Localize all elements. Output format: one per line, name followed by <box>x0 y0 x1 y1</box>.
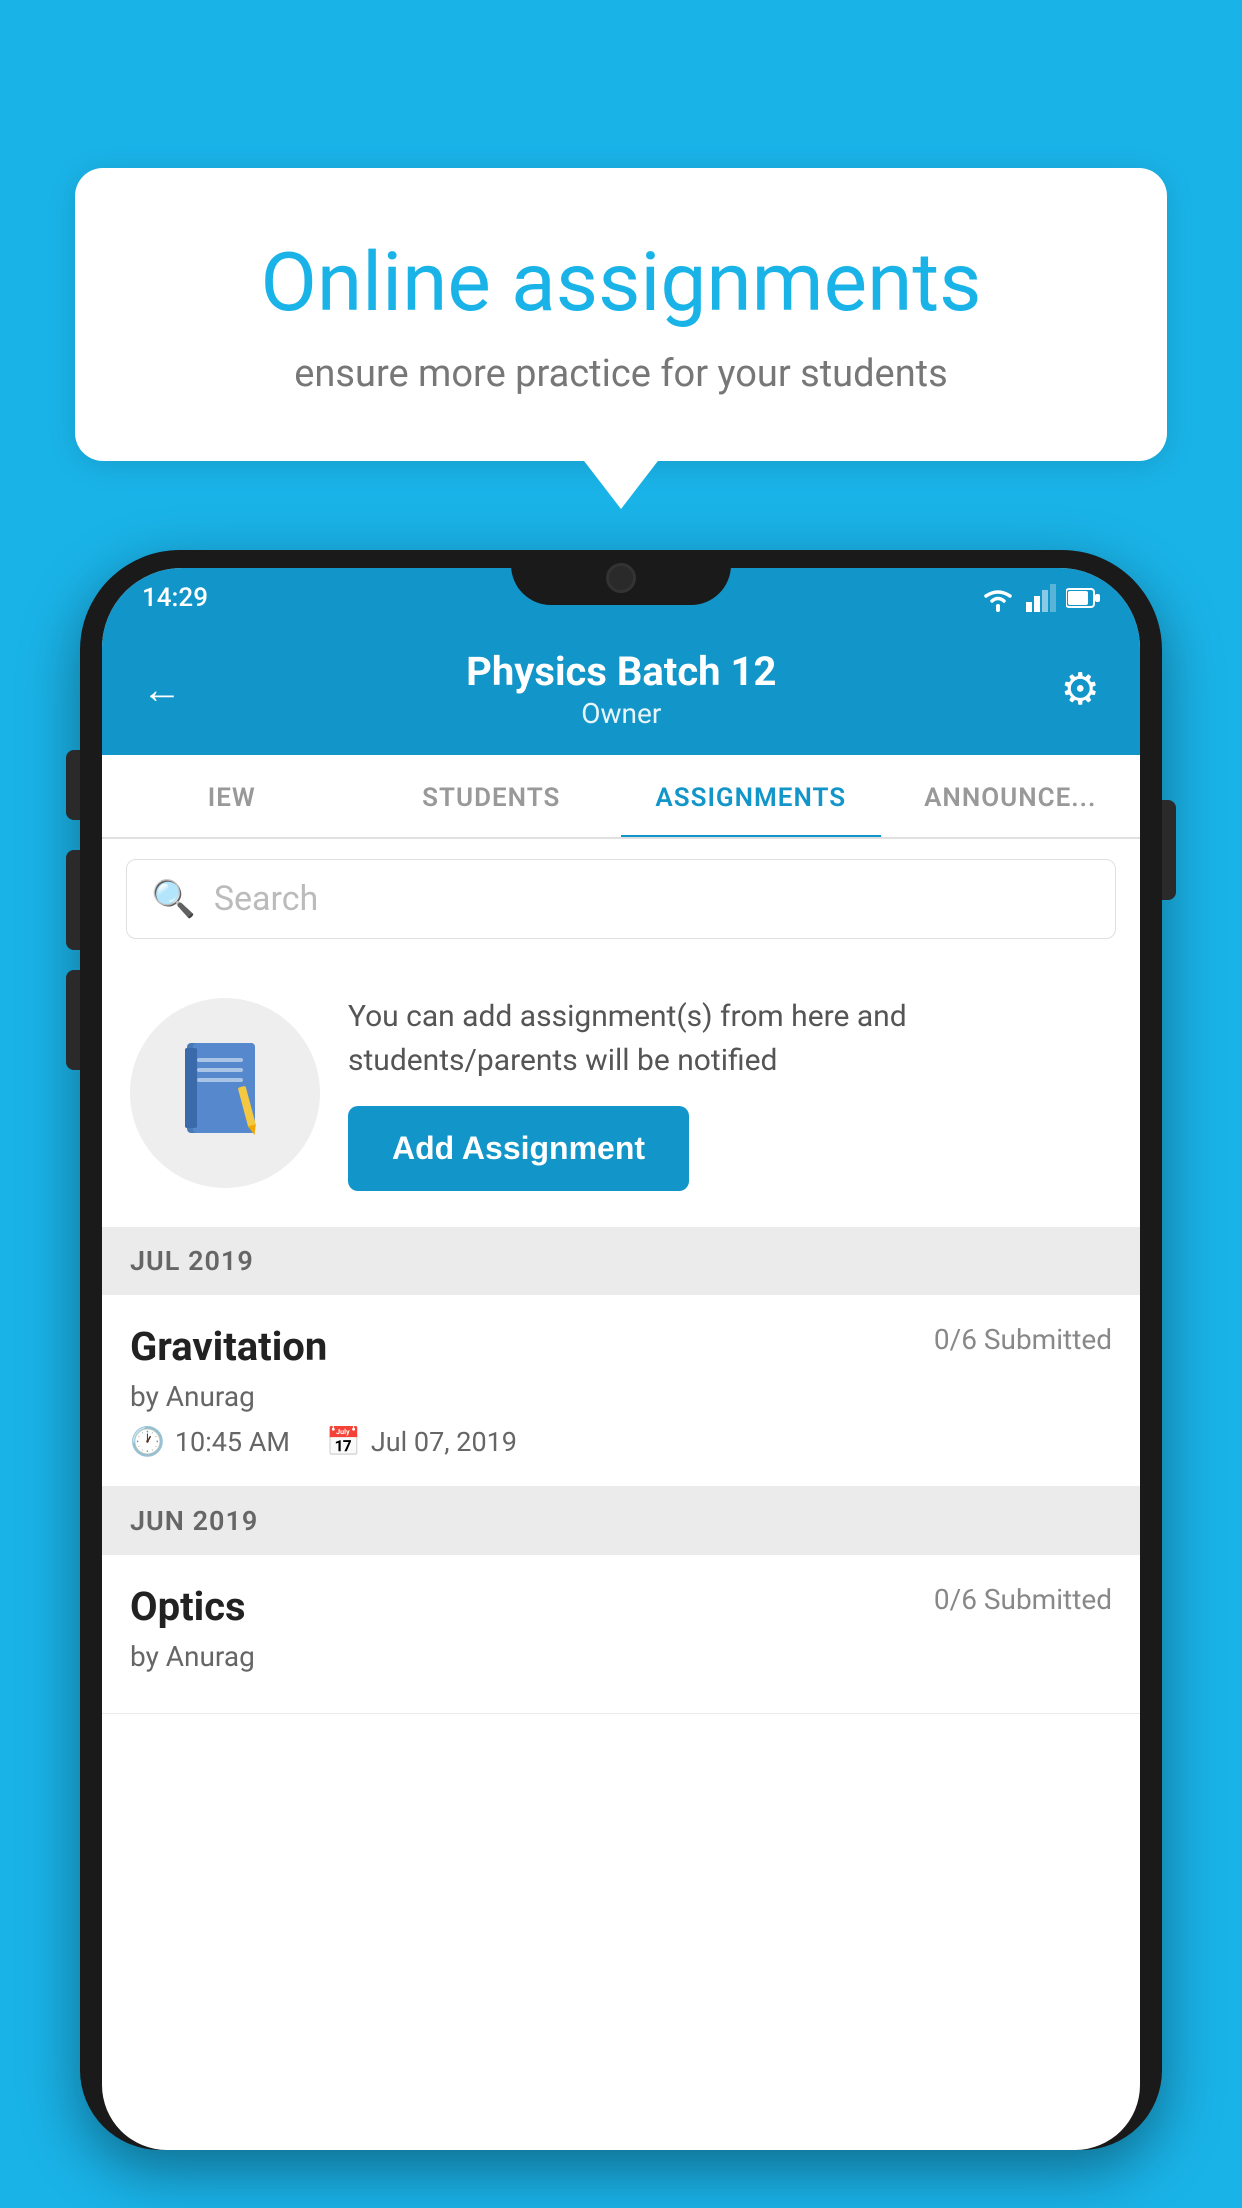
assignment-gravitation[interactable]: Gravitation 0/6 Submitted by Anurag 🕐 10… <box>102 1295 1140 1487</box>
battery-icon <box>1066 587 1100 609</box>
add-assignment-button[interactable]: Add Assignment <box>348 1106 689 1191</box>
calendar-icon: 📅 <box>326 1425 361 1458</box>
silent-button <box>66 750 80 820</box>
notebook-icon <box>175 1038 275 1148</box>
clock-icon: 🕐 <box>130 1425 165 1458</box>
front-camera <box>606 563 636 593</box>
phone-mockup: 14:29 <box>80 550 1162 2208</box>
volume-down-button <box>66 970 80 1070</box>
assignment-top-row: Gravitation 0/6 Submitted <box>130 1323 1112 1370</box>
search-icon: 🔍 <box>151 878 196 920</box>
assignment-date: 📅 Jul 07, 2019 <box>326 1425 517 1458</box>
header-center: Physics Batch 12 Owner <box>182 648 1061 730</box>
settings-gear-icon[interactable]: ⚙ <box>1061 663 1100 715</box>
assignment-by-gravitation: by Anurag <box>130 1380 1112 1413</box>
assignment-name-gravitation: Gravitation <box>130 1323 327 1370</box>
header-title: Physics Batch 12 <box>182 648 1061 695</box>
promo-card: Online assignments ensure more practice … <box>75 168 1167 461</box>
assignment-meta-gravitation: 🕐 10:45 AM 📅 Jul 07, 2019 <box>130 1425 1112 1458</box>
assignment-by-optics: by Anurag <box>130 1640 1112 1673</box>
signal-icon <box>1026 584 1056 612</box>
tab-iew[interactable]: IEW <box>102 755 362 837</box>
volume-up-button <box>66 850 80 950</box>
search-input[interactable]: Search <box>214 879 318 919</box>
notebook-circle <box>130 998 320 1188</box>
promo-subtitle: ensure more practice for your students <box>155 352 1087 396</box>
status-time: 14:29 <box>142 583 208 613</box>
assignment-time: 🕐 10:45 AM <box>130 1425 290 1458</box>
section-header-jun-2019: JUN 2019 <box>102 1487 1140 1555</box>
wifi-icon <box>980 584 1016 612</box>
assignment-optics[interactable]: Optics 0/6 Submitted by Anurag <box>102 1555 1140 1714</box>
assignment-time-value: 10:45 AM <box>175 1426 290 1458</box>
empty-promo-text: You can add assignment(s) from here and … <box>348 995 1112 1191</box>
tabs-bar: IEW STUDENTS ASSIGNMENTS ANNOUNCE... <box>102 755 1140 839</box>
back-button[interactable]: ← <box>142 666 182 713</box>
power-button <box>1162 800 1176 900</box>
assignment-top-row-optics: Optics 0/6 Submitted <box>130 1583 1112 1630</box>
tab-students[interactable]: STUDENTS <box>362 755 622 837</box>
search-box[interactable]: 🔍 Search <box>126 859 1116 939</box>
section-header-jul-2019: JUL 2019 <box>102 1227 1140 1295</box>
search-container: 🔍 Search <box>102 839 1140 959</box>
tab-announcements[interactable]: ANNOUNCE... <box>881 755 1141 837</box>
assignment-date-value: Jul 07, 2019 <box>371 1426 517 1458</box>
assignment-submitted-optics: 0/6 Submitted <box>934 1583 1112 1616</box>
assignment-submitted-gravitation: 0/6 Submitted <box>934 1323 1112 1356</box>
phone-screen: 14:29 <box>102 568 1140 2150</box>
empty-promo-description: You can add assignment(s) from here and … <box>348 995 1112 1082</box>
empty-state-promo: You can add assignment(s) from here and … <box>102 959 1140 1227</box>
assignment-name-optics: Optics <box>130 1583 246 1630</box>
header-subtitle: Owner <box>182 697 1061 730</box>
promo-title: Online assignments <box>155 238 1087 328</box>
phone-notch <box>511 550 731 605</box>
tab-assignments[interactable]: ASSIGNMENTS <box>621 755 881 839</box>
status-icons <box>980 584 1100 612</box>
app-header: ← Physics Batch 12 Owner ⚙ <box>102 628 1140 755</box>
